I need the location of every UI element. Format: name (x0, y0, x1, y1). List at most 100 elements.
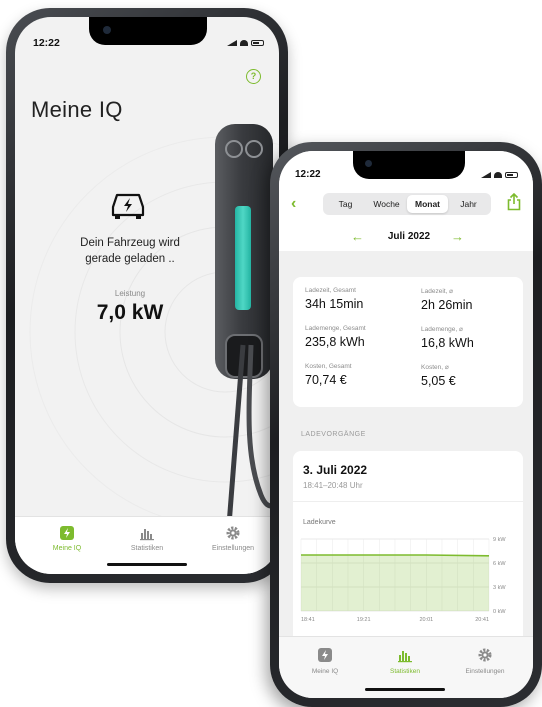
charging-session-card[interactable]: 3. Juli 2022 18:41–20:48 Uhr Ladekurve 9… (293, 451, 523, 647)
battery-icon (505, 172, 518, 178)
screen-statistiken: 12:22 ‹ Tag Woche Monat Jahr ← Juli 2022… (279, 151, 533, 698)
stat-kosten-avg: Kosten, ⌀ 5,05 € (421, 363, 529, 388)
prev-month-arrow-icon[interactable]: ← (351, 229, 364, 244)
tab-label: Statistiken (390, 668, 420, 675)
bolt-icon (60, 526, 74, 540)
back-chevron-icon[interactable]: ‹ (291, 196, 303, 212)
status-icons (227, 40, 264, 46)
tab-label: Statistiken (130, 545, 164, 552)
stat-label: Lademenge, Gesamt (305, 325, 366, 332)
charging-line (301, 554, 490, 557)
stat-label: Lademenge, ⌀ (421, 326, 463, 333)
section-label: LADEVORGÄNGE (301, 431, 366, 438)
stats-card: Ladezeit, Gesamt 34h 15min Ladezeit, ⌀ 2… (293, 277, 523, 407)
stat-ladezeit-avg: Ladezeit, ⌀ 2h 26min (421, 287, 529, 312)
stat-value: 16,8 kWh (421, 336, 474, 350)
charging-message: Dein Fahrzeug wird gerade geladen .. (55, 235, 205, 267)
chart-title: Ladekurve (303, 519, 336, 526)
signal-icon (227, 40, 237, 46)
camera (103, 26, 111, 34)
x-tick-label: 18:41 (301, 617, 315, 623)
y-tick-label: 3 kW (493, 585, 506, 591)
tab-einstellungen[interactable]: Einstellungen (445, 647, 525, 675)
home-indicator[interactable] (365, 688, 445, 691)
tab-label: Einstellungen (211, 545, 255, 552)
power-value: 7,0 kW (96, 301, 164, 324)
x-tick-label: 20:41 (475, 617, 489, 623)
phone-statistiken: 12:22 ‹ Tag Woche Monat Jahr ← Juli 2022… (270, 142, 542, 707)
notch (89, 17, 207, 45)
divider (293, 501, 523, 502)
wallbox-led (235, 206, 251, 310)
bar-chart-icon (398, 651, 412, 663)
camera (365, 160, 372, 167)
month-label: Juli 2022 (387, 231, 431, 242)
stat-label: Kosten, ⌀ (421, 364, 449, 371)
status-icons (481, 172, 518, 178)
tab-einstellungen[interactable]: Einstellungen (193, 525, 273, 552)
tab-statistiken[interactable]: Statistiken (365, 647, 445, 675)
charging-curve-chart: 9 kW 6 kW 3 kW 0 kW 18:41 19:21 20:01 20:41 (300, 537, 506, 623)
car-charging-icon (111, 193, 145, 219)
stat-lademenge-avg: Lademenge, ⌀ 16,8 kWh (421, 325, 529, 350)
stat-value: 235,8 kWh (305, 335, 365, 349)
charging-message-line1: Dein Fahrzeug wird (80, 237, 180, 249)
bar-chart-icon (140, 529, 154, 541)
status-time: 12:22 (295, 169, 321, 180)
month-navigator: ← Juli 2022 → (279, 229, 533, 249)
marketing-image: 12:22 ? Meine IQ Dein Fahrzeug wird gera… (0, 0, 542, 707)
wifi-icon (494, 172, 502, 178)
tab-bar: Meine IQ Statistiken Einstellungen (279, 636, 533, 698)
stat-value: 70,74 € (305, 373, 347, 387)
period-woche[interactable]: Woche (366, 195, 407, 213)
period-selector: Tag Woche Monat Jahr (323, 193, 491, 215)
status-time: 12:22 (33, 37, 60, 49)
tab-meine-iq[interactable]: Meine IQ (285, 647, 365, 675)
page-title: Meine IQ (31, 97, 123, 122)
next-month-arrow-icon[interactable]: → (451, 229, 464, 244)
tab-label: Meine IQ (311, 668, 339, 675)
wallbox-logo (225, 140, 243, 158)
stat-value: 5,05 € (421, 374, 456, 388)
stat-value: 34h 15min (305, 297, 364, 311)
stat-label: Kosten, Gesamt (305, 363, 352, 370)
charging-cable (226, 344, 279, 526)
power-label: Leistung (114, 289, 146, 298)
stat-value: 2h 26min (421, 298, 473, 312)
stat-lademenge-gesamt: Lademenge, Gesamt 235,8 kWh (305, 325, 413, 349)
phone-meine-iq: 12:22 ? Meine IQ Dein Fahrzeug wird gera… (6, 8, 288, 583)
gear-icon (478, 648, 492, 662)
home-indicator[interactable] (107, 563, 187, 566)
charging-area (301, 555, 489, 611)
wallbox-logo (245, 140, 263, 158)
session-date: 3. Juli 2022 (303, 463, 368, 477)
tab-statistiken[interactable]: Statistiken (107, 525, 187, 552)
tab-label: Meine IQ (52, 545, 82, 552)
period-tag[interactable]: Tag (325, 195, 366, 213)
bolt-icon (318, 648, 332, 662)
share-icon[interactable] (507, 193, 521, 211)
x-tick-label: 19:21 (357, 617, 371, 623)
period-jahr[interactable]: Jahr (448, 195, 489, 213)
help-icon[interactable]: ? (246, 69, 261, 84)
battery-icon (251, 40, 264, 46)
x-tick-label: 20:01 (419, 617, 433, 623)
y-tick-label: 6 kW (493, 561, 506, 567)
signal-icon (481, 172, 491, 178)
stat-label: Ladezeit, Gesamt (305, 287, 356, 294)
stat-label: Ladezeit, ⌀ (421, 288, 454, 295)
y-tick-label: 0 kW (493, 609, 506, 615)
period-monat[interactable]: Monat (407, 195, 448, 213)
wifi-icon (240, 40, 248, 46)
gear-icon (226, 526, 240, 540)
tab-label: Einstellungen (465, 668, 505, 675)
tab-bar: Meine IQ Statistiken Einstellungen (15, 516, 279, 574)
stat-kosten-gesamt: Kosten, Gesamt 70,74 € (305, 363, 413, 387)
session-time-range: 18:41–20:48 Uhr (303, 481, 363, 490)
notch (353, 151, 465, 179)
charging-message-line2: gerade geladen .. (85, 253, 175, 265)
y-tick-label: 9 kW (493, 537, 506, 543)
stat-ladezeit-gesamt: Ladezeit, Gesamt 34h 15min (305, 287, 413, 311)
tab-meine-iq[interactable]: Meine IQ (27, 525, 107, 552)
screen-meine-iq: 12:22 ? Meine IQ Dein Fahrzeug wird gera… (15, 17, 279, 574)
